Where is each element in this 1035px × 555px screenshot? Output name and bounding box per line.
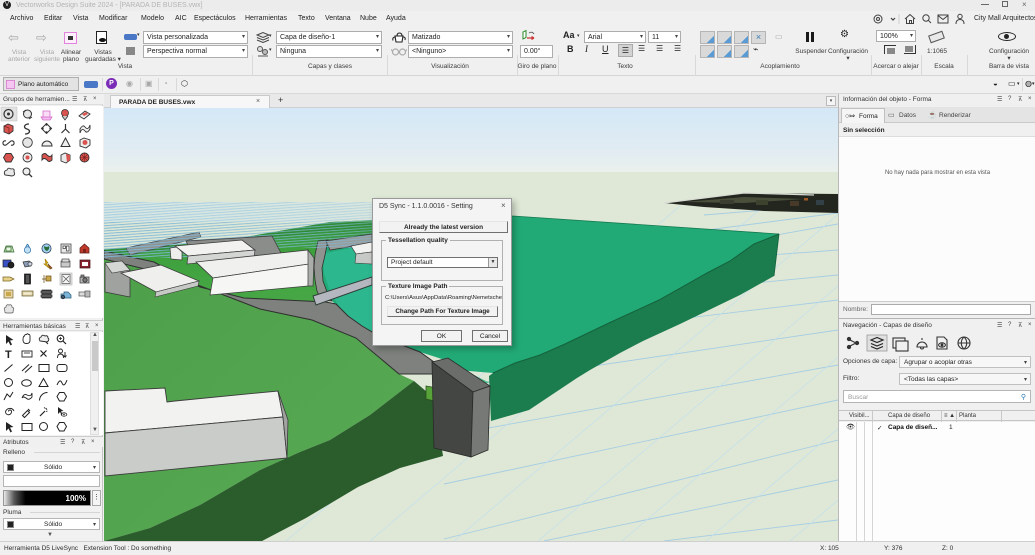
svg-text:T: T [5,349,12,361]
